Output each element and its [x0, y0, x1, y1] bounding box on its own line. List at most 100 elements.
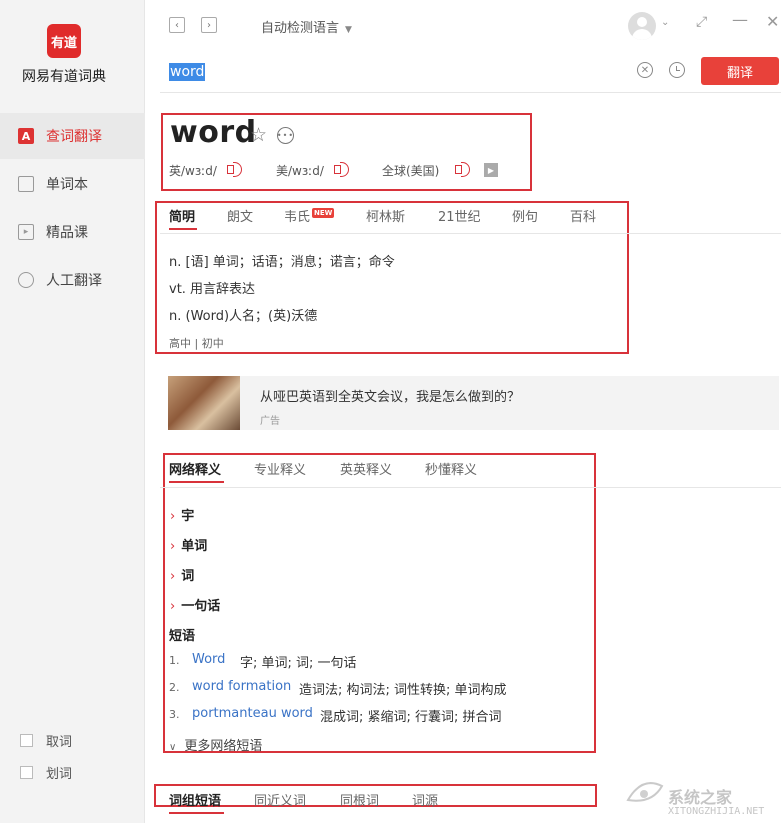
phrase-meaning: 混成词; 紧缩词; 行囊词; 拼合词 — [320, 710, 502, 725]
definition-line: n. [语] 单词；话语；消息；诺言；命令 — [169, 255, 395, 270]
language-select-value: 自动检测语言 — [261, 21, 340, 36]
chevron-right-icon: › — [170, 509, 176, 524]
forward-arrow-icon[interactable]: › — [201, 17, 217, 33]
more-icon[interactable]: ••• — [277, 127, 294, 144]
search-input[interactable]: word — [169, 63, 206, 81]
definition-line: n. (Word)人名；(英)沃德 — [169, 309, 318, 324]
divider — [160, 92, 781, 93]
ad-image[interactable] — [168, 376, 240, 430]
tab-collins[interactable]: 柯林斯 — [366, 206, 405, 225]
dictionary-icon: A — [18, 128, 34, 144]
app-name: 网易有道词典 — [22, 69, 106, 85]
clear-icon[interactable]: ✕ — [637, 62, 653, 78]
chevron-right-icon: › — [170, 539, 176, 554]
level-tag: 高中 | 初中 — [169, 337, 224, 350]
web-definition-label: 一句话 — [181, 599, 221, 614]
active-tab-indicator — [169, 228, 197, 230]
phrases-heading: 短语 — [169, 629, 196, 644]
web-definition-label: 宇 — [181, 509, 195, 524]
tab-quick-definition[interactable]: 秒懂释义 — [425, 459, 477, 478]
web-definition-item[interactable]: › 单词 — [170, 535, 207, 554]
capture-word-toggle[interactable]: 取词 — [20, 731, 72, 750]
youdao-logo-icon: 有道 — [47, 24, 81, 58]
pronunciation-us: 美/wɜːd/ — [276, 164, 324, 178]
sidebar-item-label: 精品课 — [46, 225, 88, 241]
tab-web-definition[interactable]: 网络释义 — [169, 459, 221, 478]
phrase-link[interactable]: portmanteau word — [192, 706, 313, 721]
speaker-icon[interactable] — [454, 161, 472, 177]
sidebar-item-wordbook[interactable]: 单词本 — [0, 161, 145, 207]
tab-synonyms[interactable]: 同近义词 — [254, 790, 306, 809]
history-icon[interactable] — [669, 62, 685, 78]
select-word-toggle[interactable]: 划词 — [20, 763, 72, 782]
speaker-icon[interactable] — [226, 161, 244, 177]
checkbox-label: 划词 — [46, 767, 73, 782]
tab-webster[interactable]: 韦氏 NEW — [284, 206, 335, 225]
tab-longman[interactable]: 朗文 — [227, 206, 253, 225]
avatar-icon[interactable] — [628, 12, 656, 40]
active-tab-indicator — [169, 481, 224, 483]
web-definition-item[interactable]: › 宇 — [170, 505, 194, 524]
web-definition-label: 词 — [181, 569, 195, 584]
checkbox-label: 取词 — [46, 735, 73, 750]
checkbox[interactable] — [20, 766, 33, 779]
sidebar-item-label: 查词翻译 — [46, 129, 102, 145]
phrase-number: 2. — [169, 681, 180, 694]
sidebar-item-courses[interactable]: ▸ 精品课 — [0, 209, 145, 255]
pronunciation-global: 全球(美国) — [382, 164, 440, 178]
sidebar: 有道 网易有道词典 A 查词翻译 单词本 ▸ 精品课 人工翻译 取词 划词 — [0, 0, 145, 823]
tab-professional-definition[interactable]: 专业释义 — [254, 459, 306, 478]
tab-cognates[interactable]: 同根词 — [340, 790, 379, 809]
phrase-meaning: 造词法; 构词法; 词性转换; 单词构成 — [299, 683, 507, 698]
phrase-link[interactable]: Word — [192, 652, 225, 667]
more-phrases-label: 更多网络短语 — [184, 739, 263, 754]
sidebar-item-human-translation[interactable]: 人工翻译 — [0, 257, 145, 303]
watermark-text: 系统之家 — [668, 788, 733, 807]
active-tab-indicator — [169, 812, 224, 814]
chevron-down-icon: ∨ — [169, 742, 177, 753]
speaker-icon[interactable] — [333, 161, 351, 177]
sidebar-item-label: 人工翻译 — [46, 273, 102, 289]
sidebar-item-label: 单词本 — [46, 177, 88, 193]
close-icon[interactable]: ✕ — [766, 12, 779, 31]
play-icon[interactable]: ▶ — [484, 163, 498, 177]
tab-examples[interactable]: 例句 — [512, 206, 538, 225]
fullscreen-icon[interactable]: ⤢ — [696, 14, 707, 30]
language-select[interactable]: 自动检测语言 ▼ — [261, 17, 352, 36]
translate-button[interactable]: 翻译 — [701, 57, 779, 85]
web-definition-item[interactable]: › 一句话 — [170, 595, 220, 614]
tab-encyclopedia[interactable]: 百科 — [570, 206, 596, 225]
chevron-down-icon: ▼ — [345, 25, 352, 35]
headword: word — [170, 115, 257, 150]
divider — [160, 487, 781, 488]
tab-phrases[interactable]: 词组短语 — [169, 790, 221, 809]
tab-english-definition[interactable]: 英英释义 — [340, 459, 392, 478]
phrase-number: 3. — [169, 708, 180, 721]
divider — [160, 233, 781, 234]
pronunciation-uk: 英/wɜːd/ — [169, 164, 217, 178]
tab-label: 韦氏 — [284, 210, 311, 225]
ad-tag: 广告 — [260, 416, 280, 427]
ad-title[interactable]: 从哑巴英语到全英文会议，我是怎么做到的？ — [260, 386, 520, 405]
watermark-url: XITONGZHIJIA.NET — [668, 806, 765, 817]
web-definition-label: 单词 — [181, 539, 208, 554]
tab-concise[interactable]: 简明 — [169, 206, 195, 225]
phrase-meaning: 字; 单词; 词; 一句话 — [240, 656, 357, 671]
chevron-right-icon: › — [170, 569, 176, 584]
phrase-link[interactable]: word formation — [192, 679, 291, 694]
chevron-down-icon[interactable]: ⌄ — [661, 17, 669, 28]
star-icon[interactable]: ☆ — [250, 124, 267, 146]
course-icon: ▸ — [18, 224, 34, 240]
minimize-icon[interactable]: — — [732, 10, 748, 29]
wordbook-icon — [18, 176, 34, 192]
web-definition-item[interactable]: › 词 — [170, 565, 194, 584]
sidebar-item-lookup-translate[interactable]: A 查词翻译 — [0, 113, 145, 159]
more-phrases-button[interactable]: ∨ 更多网络短语 — [169, 735, 262, 754]
phrase-number: 1. — [169, 654, 180, 667]
human-translate-icon — [18, 272, 34, 288]
back-arrow-icon[interactable]: ‹ — [169, 17, 185, 33]
definition-line: vt. 用言辞表达 — [169, 282, 256, 297]
checkbox[interactable] — [20, 734, 33, 747]
tab-etymology[interactable]: 词源 — [412, 790, 438, 809]
tab-21st-century[interactable]: 21世纪 — [438, 206, 481, 225]
